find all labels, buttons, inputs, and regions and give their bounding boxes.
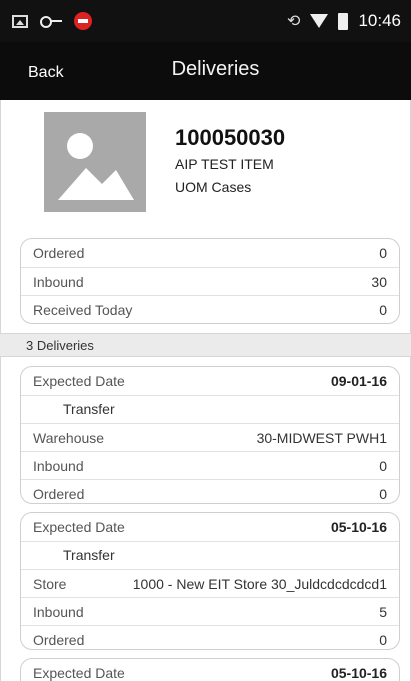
status-bar: ⟲ 10:46: [0, 0, 411, 42]
deliveries-section-header: 3 Deliveries: [0, 333, 411, 357]
summary-value: 0: [379, 302, 387, 318]
summary-card: Ordered 0 Inbound 30 Received Today 0: [20, 238, 400, 324]
delivery-source-row: Store 1000 - New EIT Store 30_Juldcdcdcd…: [21, 569, 399, 597]
delivery-expected-row: Expected Date 05-10-16: [21, 513, 399, 541]
wifi-icon: [310, 14, 329, 28]
delivery-type: Transfer: [63, 401, 115, 417]
source-label: Warehouse: [33, 430, 105, 446]
ordered-label: Ordered: [33, 486, 85, 502]
summary-label: Ordered: [33, 245, 85, 261]
expected-date-value: 05-10-16: [330, 519, 387, 535]
alert-icon: [74, 12, 92, 30]
delivery-type: Transfer: [63, 547, 115, 563]
summary-label: Inbound: [33, 274, 84, 290]
inbound-value: 5: [379, 604, 387, 620]
expected-date-label: Expected Date: [33, 519, 125, 535]
delivery-inbound-row: Inbound 5: [21, 597, 399, 625]
ordered-value: 0: [379, 486, 387, 502]
summary-row-received-today: Received Today 0: [21, 295, 399, 323]
delivery-card[interactable]: Expected Date 05-10-16 Transfer Store 10…: [20, 512, 400, 650]
key-icon: [40, 16, 62, 28]
inbound-label: Inbound: [33, 458, 84, 474]
inbound-label: Inbound: [33, 604, 84, 620]
delivery-ordered-row: Ordered 0: [21, 625, 399, 649]
expected-date-value: 09-01-16: [330, 373, 387, 389]
delivery-ordered-row: Ordered 0: [21, 479, 399, 503]
summary-label: Received Today: [33, 302, 133, 318]
page-title: Deliveries: [171, 58, 260, 80]
ordered-value: 0: [379, 632, 387, 648]
summary-row-inbound: Inbound 30: [21, 267, 399, 295]
ordered-label: Ordered: [33, 632, 85, 648]
status-left-icons: [12, 12, 92, 30]
delivery-type-row: Transfer: [21, 541, 399, 569]
app-header: Back Deliveries: [0, 42, 411, 100]
status-right-icons: ⟲ 10:46: [287, 11, 401, 31]
expected-date-label: Expected Date: [33, 373, 125, 389]
battery-icon: [338, 12, 349, 30]
delivery-expected-row: Expected Date 09-01-16: [21, 367, 399, 395]
delivery-expected-row: Expected Date 05-10-16: [21, 659, 399, 681]
deliveries-count: 3 Deliveries: [26, 338, 94, 353]
summary-value: 0: [379, 245, 387, 261]
source-label: Store: [33, 576, 67, 592]
item-number: 100050030: [175, 125, 286, 150]
expected-date-label: Expected Date: [33, 665, 125, 681]
image-icon: [12, 14, 28, 28]
summary-row-ordered: Ordered 0: [21, 239, 399, 267]
delivery-type-row: Transfer: [21, 395, 399, 423]
summary-value: 30: [371, 274, 387, 290]
expected-date-value: 05-10-16: [330, 665, 387, 681]
item-description: AIP TEST ITEM: [175, 156, 274, 172]
clock: 10:46: [358, 11, 401, 30]
item-uom: UOM Cases: [175, 179, 252, 195]
source-value: 1000 - New EIT Store 30_Juldcdcdcdcd1: [132, 576, 387, 592]
item-header: 100050030 AIP TEST ITEM UOM Cases: [0, 100, 411, 228]
inbound-value: 0: [379, 458, 387, 474]
delivery-card[interactable]: Expected Date 05-10-16: [20, 658, 400, 681]
left-border: [0, 228, 1, 681]
delivery-source-row: Warehouse 30-MIDWEST PWH1: [21, 423, 399, 451]
delivery-card[interactable]: Expected Date 09-01-16 Transfer Warehous…: [20, 366, 400, 504]
rotation-lock-icon: ⟲: [287, 13, 301, 30]
placeholder-image-icon: [44, 112, 146, 212]
source-value: 30-MIDWEST PWH1: [256, 430, 387, 446]
delivery-inbound-row: Inbound 0: [21, 451, 399, 479]
